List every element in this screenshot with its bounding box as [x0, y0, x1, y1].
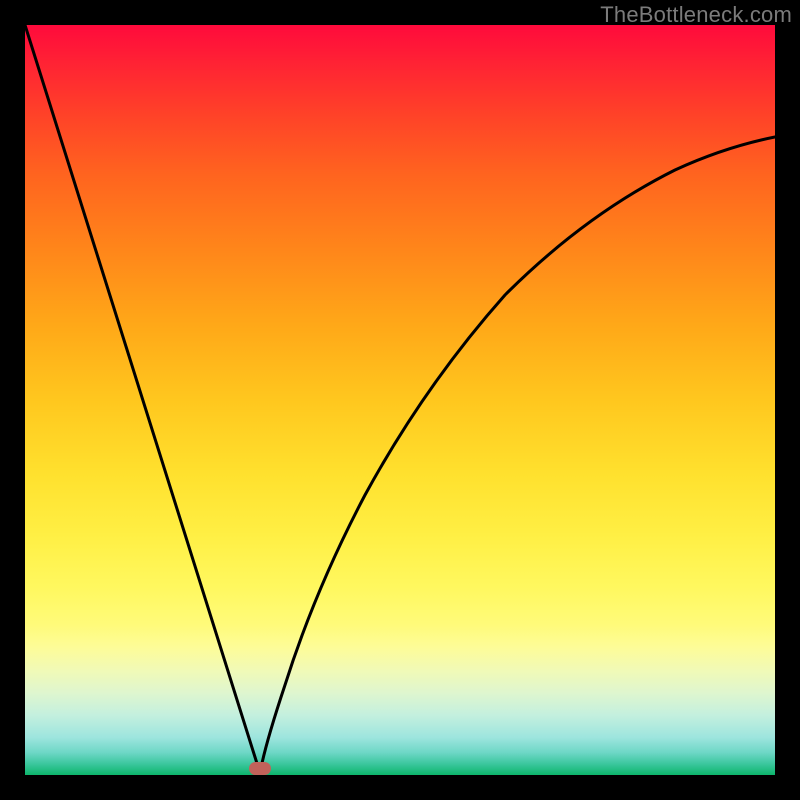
optimum-marker	[249, 762, 271, 775]
bottleneck-curve	[25, 25, 775, 775]
chart-frame: TheBottleneck.com	[0, 0, 800, 800]
plot-area	[25, 25, 775, 775]
curve-path	[25, 25, 775, 773]
